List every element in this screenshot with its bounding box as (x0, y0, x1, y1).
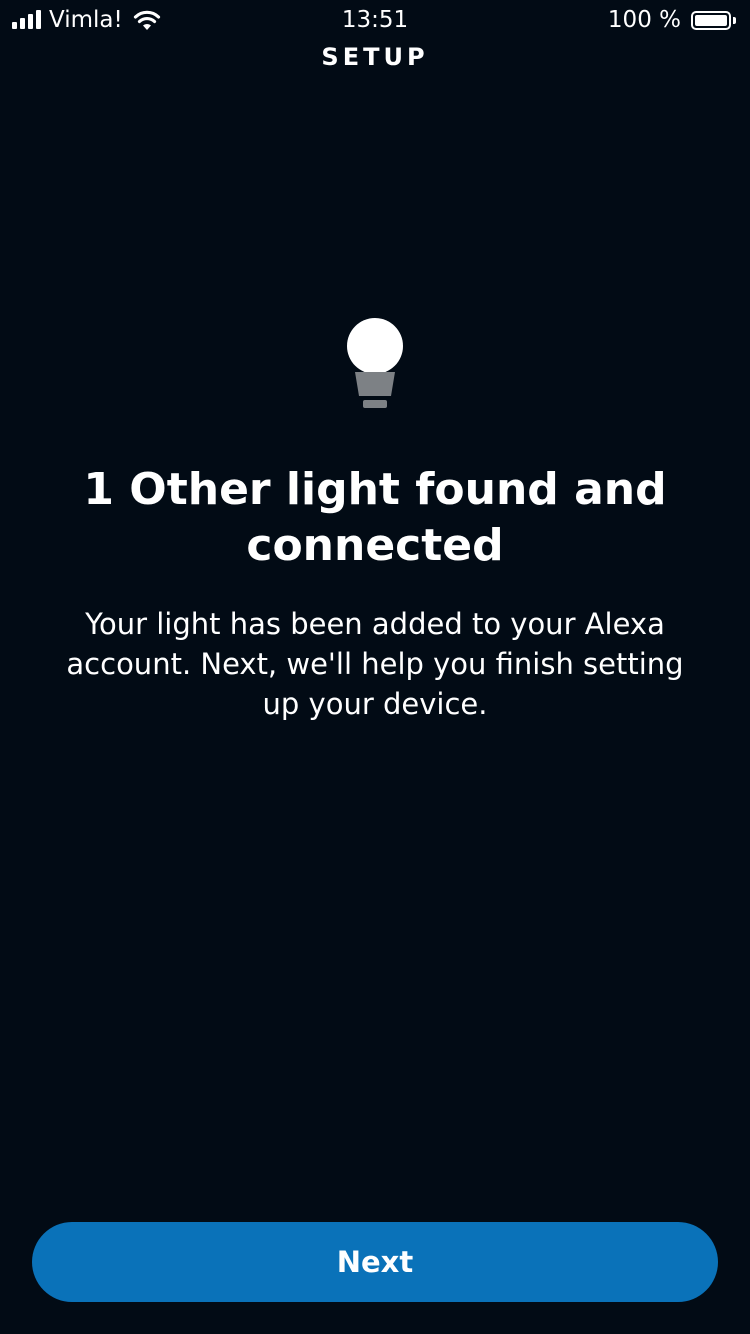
battery-fill (695, 14, 727, 26)
battery-tip (733, 16, 736, 24)
main-title: 1 Other light found and connected (83, 464, 667, 571)
page-title: SETUP (321, 43, 429, 71)
battery-percent: 100 % (607, 7, 681, 33)
battery-icon (691, 10, 731, 30)
status-bar: Vimla! 13:51 100 % (0, 0, 750, 40)
lightbulb-icon (347, 318, 403, 408)
next-button[interactable]: Next (32, 1222, 718, 1302)
status-right: 100 % (608, 6, 736, 34)
main-description: Your light has been added to your Alexa … (66, 607, 684, 721)
